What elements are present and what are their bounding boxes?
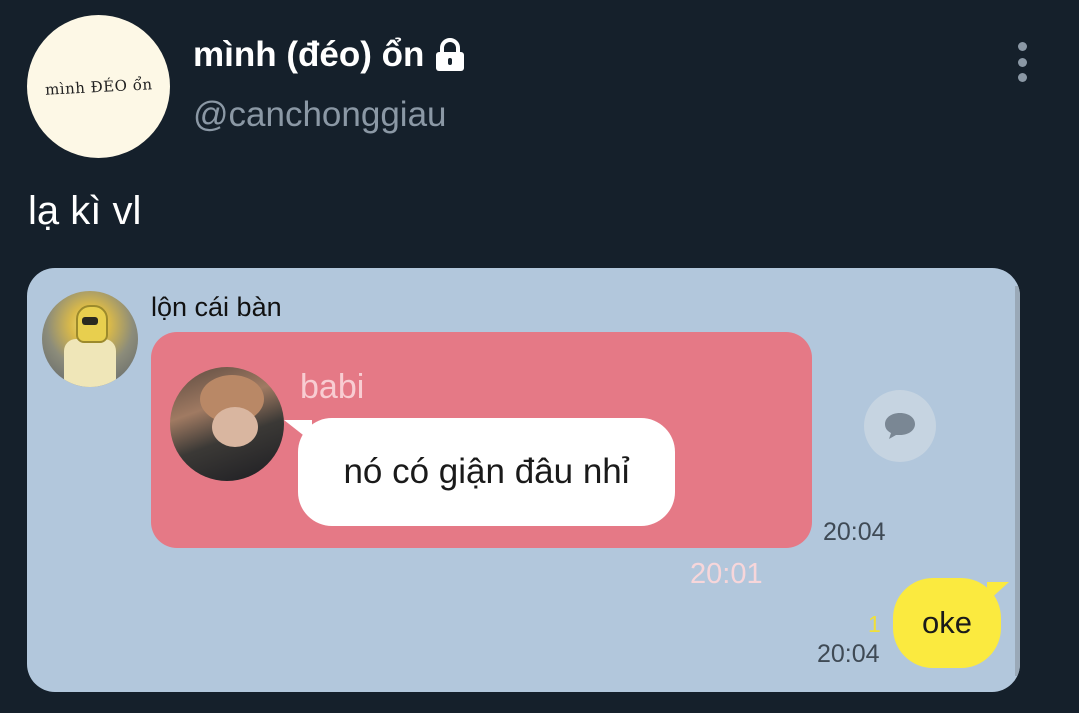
sender-name: lộn cái bàn — [151, 292, 282, 322]
babi-avatar — [170, 367, 284, 481]
avatar-face — [212, 407, 258, 447]
reply-text: oke — [922, 605, 972, 640]
dot — [1017, 42, 1027, 51]
profile-avatar[interactable]: mình ĐÉO ổn — [27, 15, 170, 158]
read-count: 1 — [868, 611, 881, 637]
tweet-media-image[interactable]: lộn cái bàn babi nó có giận đâu nhỉ 20:0… — [27, 268, 1020, 692]
forwarded-message-card: babi nó có giận đâu nhỉ 20:01 — [151, 332, 812, 590]
more-options-icon[interactable] — [1008, 42, 1036, 82]
message-time: 20:04 — [823, 518, 886, 546]
lock-icon — [436, 38, 465, 71]
display-name-row[interactable]: mình (đéo) ổn — [193, 33, 468, 77]
speech-bubble-icon — [885, 413, 915, 439]
forwarded-message-time: 20:01 — [690, 558, 763, 590]
avatar-text: mình ĐÉO ổn — [44, 74, 153, 99]
user-handle[interactable]: @canchonggiau — [193, 93, 447, 137]
reply-bubble-tail — [987, 582, 1009, 602]
share-button[interactable] — [864, 390, 936, 462]
avatar-figure-visor — [82, 317, 98, 325]
forwarded-sender-name: babi — [300, 368, 365, 406]
chat-scrollbar — [1015, 286, 1020, 676]
dot — [1017, 73, 1027, 82]
forwarded-message-text: nó có giận đâu nhỉ — [343, 452, 630, 491]
dot — [1017, 57, 1027, 67]
reply-time: 20:04 — [817, 640, 880, 668]
display-name[interactable]: mình (đéo) ổn — [193, 33, 424, 77]
reply-bubble: oke — [893, 578, 1009, 668]
tweet-text: lạ kì vl — [28, 189, 142, 233]
bubble-tail — [284, 420, 312, 442]
sender-avatar — [42, 291, 138, 387]
forwarded-message-bubble: nó có giận đâu nhỉ — [284, 418, 675, 526]
avatar-figure-body — [64, 339, 116, 387]
